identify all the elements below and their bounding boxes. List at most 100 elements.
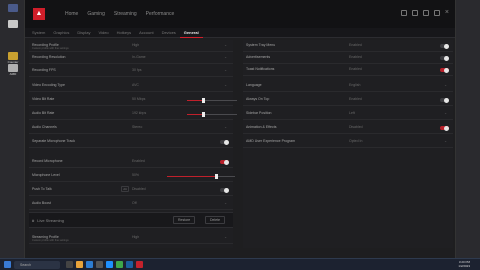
setting-row[interactable]: Recording FPS 30 fps ⌄	[29, 65, 233, 77]
setting-label: Record Microphone	[32, 159, 63, 163]
amd-software-window: ▲ Home Gaming Streaming Performance × Sy…	[24, 0, 456, 258]
setting-row[interactable]: Recording Resolution In-Game ⌄	[29, 52, 233, 64]
chevron-down-icon: ⌄	[224, 201, 227, 205]
setting-label: Push To Talk	[32, 187, 52, 191]
close-icon[interactable]: ×	[445, 9, 449, 16]
chevron-down-icon: ⌄	[224, 83, 227, 87]
setting-row[interactable]: Audio Boost Off ⌄	[29, 198, 233, 210]
chevron-down-icon: ⌄	[224, 125, 227, 129]
toggle-knob	[444, 67, 449, 73]
setting-value: 50 Mbps	[132, 97, 146, 101]
separate-mic-toggle[interactable]	[220, 139, 229, 145]
task-view-icon[interactable]	[66, 261, 73, 268]
setting-row: System Tray Menu Enabled	[243, 40, 453, 52]
tab-hotkeys[interactable]: Hotkeys	[113, 28, 135, 38]
toggle-knob	[444, 55, 449, 61]
chevron-down-icon: ⌄	[224, 235, 227, 239]
setting-label: Video Bit Rate	[32, 97, 55, 101]
steam-icon[interactable]	[126, 261, 133, 268]
minimize-icon[interactable]	[433, 10, 440, 16]
bug-icon[interactable]	[400, 10, 407, 16]
setting-label: Separate Microphone Track	[32, 139, 75, 143]
toggle-knob	[224, 159, 229, 165]
setting-value: Stereo	[132, 125, 143, 129]
tab-video[interactable]: Video	[94, 28, 112, 38]
setting-label: Recording FPS	[32, 68, 56, 72]
start-icon[interactable]	[4, 261, 11, 268]
mail-icon[interactable]	[106, 261, 113, 268]
setting-row[interactable]: AMD User Experience Program Opted In ⌄	[243, 136, 453, 148]
notifications-icon[interactable]	[411, 10, 418, 16]
setting-row[interactable]: Sidebar Position Left ⌄	[243, 108, 453, 120]
live-streaming-section: # Live Streaming Restore Delete	[29, 212, 233, 228]
tab-system[interactable]: System	[28, 28, 49, 38]
chevron-down-icon: ⌄	[444, 111, 447, 115]
chevron-down-icon: ⌄	[224, 55, 227, 59]
chevron-down-icon: ⌄	[224, 43, 227, 47]
record-mic-toggle[interactable]	[220, 159, 229, 165]
restore-button[interactable]: Restore	[173, 216, 196, 224]
chevron-down-icon: ⌄	[444, 139, 447, 143]
setting-label: Animation & Effects	[246, 125, 277, 129]
ptt-key[interactable]: Alt	[121, 186, 129, 192]
chevron-down-icon: ⌄	[224, 68, 227, 72]
gear-icon[interactable]	[422, 10, 429, 16]
toggle-knob	[444, 125, 449, 131]
desktop-icon-2[interactable]	[2, 20, 24, 34]
setting-row[interactable]: Video Encoding Type AVC ⌄	[29, 80, 233, 92]
setting-row: Always On Top Enabled	[243, 94, 453, 106]
delete-button[interactable]: Delete	[205, 216, 226, 224]
setting-row: Video Bit Rate 50 Mbps	[29, 94, 237, 106]
section-title: # Live Streaming	[32, 218, 64, 223]
advertisements-toggle[interactable]	[440, 55, 449, 61]
desktop-icon-amd[interactable]: AMD	[2, 64, 24, 78]
system-tray-toggle[interactable]	[440, 43, 449, 49]
slider-thumb[interactable]	[202, 98, 205, 103]
nav-gaming[interactable]: Gaming	[87, 11, 105, 17]
push-to-talk-toggle[interactable]	[220, 187, 229, 193]
setting-row: Push To Talk Disabled Alt	[29, 184, 233, 196]
setting-label: AMD User Experience Program	[246, 139, 296, 143]
slider-thumb[interactable]	[202, 112, 205, 117]
setting-row: Toast Notifications Enabled	[243, 64, 453, 76]
app-icon[interactable]	[116, 261, 123, 268]
taskbar-search[interactable]: Search	[14, 261, 60, 269]
setting-value: Enabled	[349, 97, 362, 101]
app-icon	[8, 20, 18, 28]
nav-home[interactable]: Home	[65, 11, 78, 17]
tab-devices[interactable]: Devices	[158, 28, 180, 38]
setting-row[interactable]: Recording Profile Custom profile with fi…	[29, 40, 233, 52]
setting-row[interactable]: Audio Channels Stereo ⌄	[29, 122, 233, 134]
setting-row: Animation & Effects Disabled	[243, 122, 453, 134]
slider-thumb[interactable]	[214, 174, 218, 179]
mic-level-slider[interactable]	[167, 174, 235, 179]
tab-display[interactable]: Display	[73, 28, 94, 38]
system-clock[interactable]: 3:20 PM 1/2/2023	[458, 260, 470, 268]
setting-label: Recording Resolution	[32, 55, 66, 59]
setting-row[interactable]: Language English ⌄	[243, 80, 453, 92]
video-bitrate-slider[interactable]	[187, 98, 237, 103]
general-settings-panel: System Tray Menu Enabled Advertisements …	[243, 40, 453, 248]
always-on-top-toggle[interactable]	[440, 97, 449, 103]
desktop-icon-1[interactable]	[2, 4, 24, 18]
tab-general[interactable]: General	[179, 28, 203, 38]
tab-graphics[interactable]: Graphics	[49, 28, 73, 38]
chevron-down-icon: ⌄	[444, 83, 447, 87]
record-settings-panel: Recording Profile Custom profile with fi…	[29, 40, 237, 248]
tab-account[interactable]: Account	[135, 28, 157, 38]
slider-fill	[167, 176, 215, 177]
nav-streaming[interactable]: Streaming	[114, 11, 137, 17]
app-icon	[8, 64, 18, 72]
nav-performance[interactable]: Performance	[146, 11, 175, 17]
toast-notifications-toggle[interactable]	[440, 67, 449, 73]
amd-logo-icon[interactable]: ▲	[33, 8, 45, 20]
edge-icon[interactable]	[86, 261, 93, 268]
animation-effects-toggle[interactable]	[440, 125, 449, 131]
amd-taskbar-icon[interactable]	[136, 261, 143, 268]
setting-sublabel: Custom profile with fine settings	[32, 239, 69, 242]
audio-bitrate-slider[interactable]	[187, 112, 237, 117]
setting-row[interactable]: Streaming Profile Custom profile with fi…	[29, 232, 233, 244]
file-explorer-icon[interactable]	[76, 261, 83, 268]
store-icon[interactable]	[96, 261, 103, 268]
setting-label: Always On Top	[246, 97, 270, 101]
